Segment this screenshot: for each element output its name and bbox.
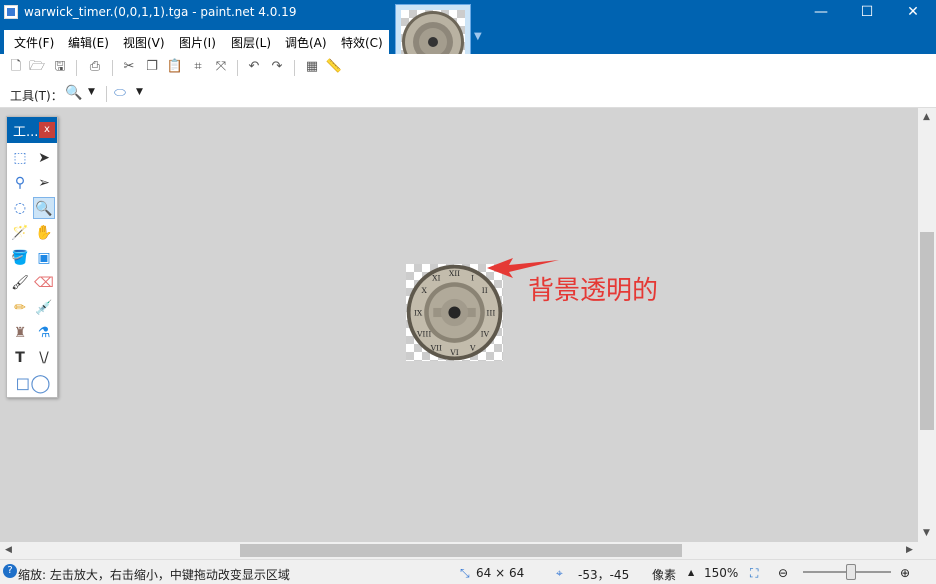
print-icon[interactable]: ⎙	[86, 58, 104, 76]
annotation-text: 背景透明的	[528, 276, 659, 306]
clone-stamp-tool[interactable]: ♜	[9, 322, 31, 344]
cut-icon[interactable]: ✂	[120, 58, 138, 76]
color-picker-tool[interactable]: 💉	[33, 297, 55, 319]
pencil-tool[interactable]: ✏	[9, 297, 31, 319]
save-icon[interactable]: 🖫	[51, 58, 69, 76]
scroll-down-icon[interactable]: ▼	[923, 528, 930, 538]
menu-area: 文件(F) 编辑(E) 视图(V) 图片(I) 图层(L) 调色(A) 特效(C…	[4, 30, 389, 54]
shapes-tool[interactable]: ◻◯	[15, 373, 51, 395]
tools-panel-title: 工...	[13, 125, 39, 140]
zoom-tool[interactable]: 🔍	[33, 197, 55, 219]
zoom-out-icon[interactable]: ⊖	[778, 566, 788, 580]
recolor-tool[interactable]: ⚗	[33, 322, 55, 344]
toolbar-divider	[106, 86, 107, 102]
image-size: 64 × 64	[476, 566, 525, 580]
menu-file[interactable]: 文件(F)	[14, 34, 54, 51]
maximize-button[interactable]: ☐	[844, 0, 890, 26]
menu-edit[interactable]: 编辑(E)	[68, 34, 109, 51]
gradient-tool[interactable]: ▣	[33, 247, 55, 269]
svg-text:IV: IV	[481, 330, 490, 339]
tool-dropdown-icon[interactable]: ▼	[88, 87, 95, 97]
magic-wand-tool[interactable]: 🪄	[9, 222, 31, 244]
scroll-corner	[918, 542, 936, 559]
undo-icon[interactable]: ↶	[245, 58, 263, 76]
selection-mode-dropdown-icon[interactable]: ▼	[136, 87, 143, 97]
tab-dropdown-icon[interactable]: ▼	[474, 31, 482, 42]
current-tool-zoom-icon[interactable]: 🔍	[65, 85, 82, 101]
toolbar-divider	[112, 60, 113, 76]
svg-text:III: III	[486, 309, 495, 318]
tools-panel-close-button[interactable]: x	[39, 122, 55, 138]
main-toolbar: 🗋 🗁 🖫 ⎙ ✂ ❐ 📋 ⌗ ⤧ ↶ ↷ ▦ 📏	[0, 54, 936, 82]
menu-image[interactable]: 图片(I)	[179, 34, 216, 51]
redo-icon[interactable]: ↷	[268, 58, 286, 76]
paintbrush-tool[interactable]: 🖌	[9, 272, 31, 294]
menu-adjustments[interactable]: 调色(A)	[285, 34, 327, 51]
deselect-icon[interactable]: ⤧	[212, 58, 230, 76]
image-size-icon: ⤡	[460, 566, 470, 580]
ruler-icon[interactable]: 📏	[325, 58, 343, 76]
toolbar-divider	[237, 60, 238, 76]
crop-icon[interactable]: ⌗	[189, 58, 207, 76]
svg-text:II: II	[482, 286, 488, 295]
tools-panel-header[interactable]: 工... x	[7, 117, 57, 143]
horizontal-scroll-thumb[interactable]	[240, 544, 682, 557]
move-selected-pixels-tool[interactable]: ➤	[33, 147, 55, 169]
lasso-select-tool[interactable]: ⚲	[9, 172, 31, 194]
eraser-tool[interactable]: ⌫	[33, 272, 55, 294]
svg-text:V: V	[469, 343, 476, 352]
horizontal-scrollbar[interactable]: ◀ ▶	[0, 542, 918, 559]
svg-text:VIII: VIII	[416, 330, 431, 339]
menu-layers[interactable]: 图层(L)	[231, 34, 271, 51]
ellipse-select-tool[interactable]: ◌	[9, 197, 31, 219]
paint-bucket-tool[interactable]: 🪣	[9, 247, 31, 269]
move-selection-tool[interactable]: ➢	[33, 172, 55, 194]
status-hint: 缩放: 左击放大，右击缩小，中键拖动改变显示区域	[18, 568, 290, 582]
close-button[interactable]: ✕	[890, 0, 936, 26]
menu-effects[interactable]: 特效(C)	[341, 34, 383, 51]
new-icon[interactable]: 🗋	[7, 58, 25, 76]
unit-dropdown-icon[interactable]: ▲	[688, 568, 694, 577]
unit-selector[interactable]: 像素	[652, 566, 676, 583]
scroll-up-icon[interactable]: ▲	[923, 112, 930, 122]
svg-text:XII: XII	[449, 269, 460, 278]
cursor-position: -53，-45	[578, 568, 630, 582]
svg-text:VI: VI	[449, 348, 458, 357]
scroll-right-icon[interactable]: ▶	[906, 545, 913, 555]
svg-text:XI: XI	[432, 274, 440, 283]
copy-icon[interactable]: ❐	[143, 58, 161, 76]
cursor-position-icon: ⌖	[556, 566, 563, 580]
grid-icon[interactable]: ▦	[303, 58, 321, 76]
pan-tool[interactable]: ✋	[33, 222, 55, 244]
window-title: warwick_timer.(0,0,1,1).tga - paint.net …	[24, 5, 297, 19]
paste-icon[interactable]: 📋	[166, 58, 184, 76]
rectangle-select-tool[interactable]: ⬚	[9, 147, 31, 169]
toolbar-divider	[294, 60, 295, 76]
vertical-scroll-thumb[interactable]	[920, 232, 934, 430]
tool-options-row: 工具(T)： 🔍 ▼ ⬭ ▼	[0, 82, 936, 108]
tools-panel: 工... x ⬚ ➤ ⚲ ➢ ◌ 🔍 🪄 ✋ 🪣 ▣ 🖌 ⌫ ✏ 💉 ♜ ⚗ T…	[6, 116, 58, 398]
zoom-to-window-icon[interactable]: ⛶	[750, 566, 758, 581]
text-tool[interactable]: T	[9, 347, 31, 369]
app-icon	[4, 5, 18, 19]
svg-text:I: I	[471, 274, 474, 283]
status-bar: ? 缩放: 左击放大，右击缩小，中键拖动改变显示区域 ⤡ 64 × 64 ⌖ -…	[0, 559, 936, 584]
svg-text:IX: IX	[414, 309, 423, 318]
open-icon[interactable]: 🗁	[28, 58, 46, 76]
menu-view[interactable]: 视图(V)	[123, 34, 165, 51]
selection-mode-icon[interactable]: ⬭	[114, 85, 126, 101]
tool-label: 工具(T)：	[10, 89, 63, 103]
vertical-scrollbar[interactable]: ▲ ▼	[918, 108, 936, 542]
svg-text:X: X	[421, 286, 427, 295]
zoom-slider-handle[interactable]	[846, 564, 856, 580]
minimize-button[interactable]: —	[798, 0, 844, 26]
help-hint-icon: ?	[3, 564, 17, 578]
scroll-left-icon[interactable]: ◀	[5, 545, 12, 555]
svg-text:VII: VII	[430, 343, 442, 352]
line-curve-tool[interactable]: \/	[33, 347, 55, 369]
zoom-level[interactable]: 150%	[704, 566, 738, 580]
toolbar-divider	[76, 60, 77, 76]
zoom-in-icon[interactable]: ⊕	[900, 566, 910, 580]
